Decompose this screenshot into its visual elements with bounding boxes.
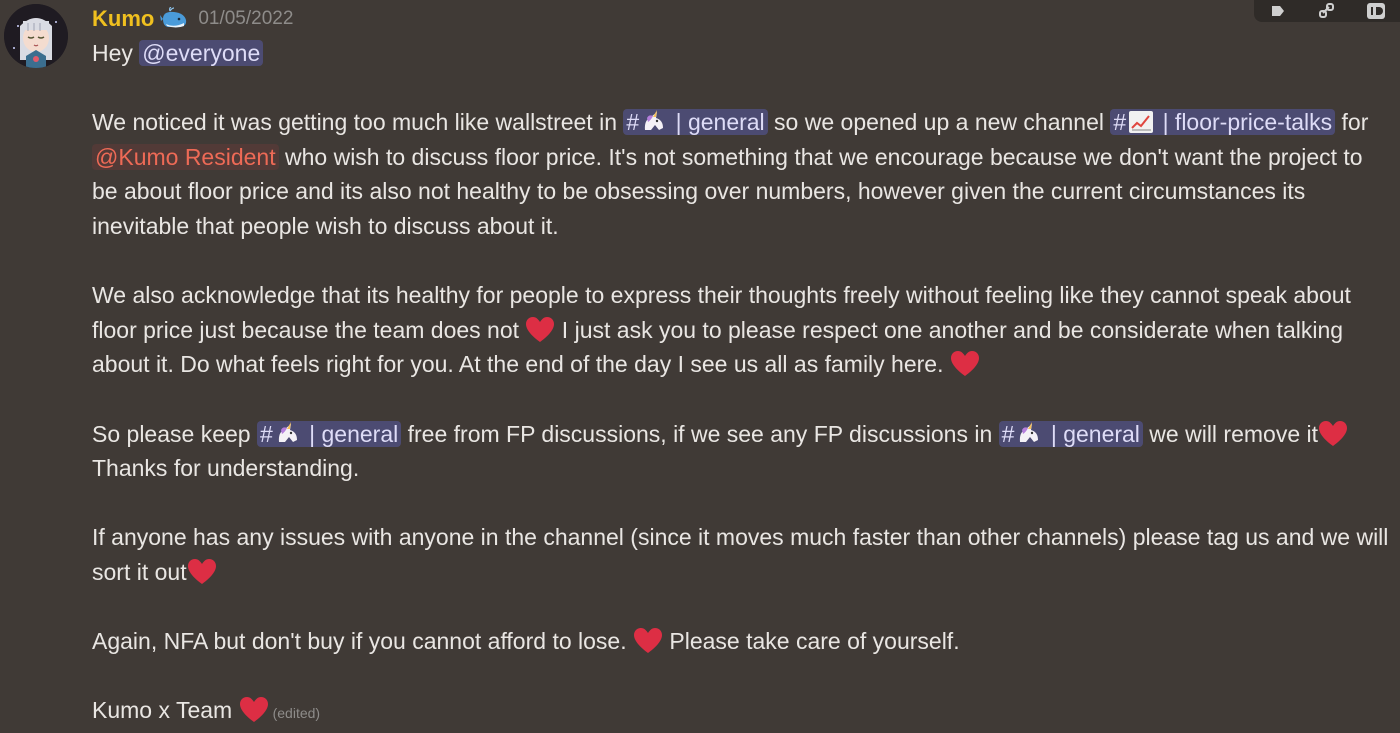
body-text: so we opened up a new channel — [767, 109, 1111, 136]
hash-icon: # — [1113, 109, 1127, 136]
body-text: Please take care of yourself. — [662, 628, 960, 655]
body-text: So please keep — [92, 420, 257, 447]
body-text: we will remove it — [1142, 420, 1319, 447]
body-text: for — [1335, 109, 1369, 136]
heart-icon — [950, 351, 979, 377]
everyone-mention[interactable]: @everyone — [139, 40, 264, 66]
body-text: Kumo x Team — [92, 697, 239, 724]
heart-icon — [187, 558, 216, 584]
reaction-icon[interactable] — [1267, 2, 1289, 20]
unicorn-icon — [278, 421, 297, 442]
link-icon[interactable] — [1316, 2, 1338, 20]
role-mention-kumo-resident[interactable]: @Kumo Resident — [92, 143, 279, 170]
message-actions-toolbar — [1254, 0, 1400, 22]
channel-name: | general — [675, 109, 765, 136]
channel-mention-general[interactable]: # | general — [623, 109, 768, 136]
author-name[interactable]: Kumo — [92, 6, 154, 32]
hash-icon: # — [1001, 420, 1015, 447]
signature-paragraph: Kumo x Team (edited) — [92, 693, 1392, 731]
channel-name: | general — [309, 420, 399, 447]
body-text: We noticed it was getting too much like … — [92, 109, 624, 136]
whale-icon — [160, 6, 190, 31]
greeting-paragraph: Hey @everyone — [92, 36, 1392, 71]
body-text: who wish to discuss floor price. It's no… — [92, 143, 1363, 239]
channel-mention-general[interactable]: # | general — [256, 420, 402, 447]
nfa-paragraph: Again, NFA but don't buy if you cannot a… — [92, 624, 1392, 659]
body-text: If anyone has any issues with anyone in … — [92, 524, 1389, 585]
channel-name: | floor-price-talks — [1162, 109, 1333, 136]
channel-mention-floor-price-talks[interactable]: # | floor-price-talks — [1110, 109, 1336, 136]
heart-icon — [633, 628, 662, 654]
edited-label: (edited) — [272, 705, 321, 722]
channel-mention-general[interactable]: # | general — [998, 420, 1143, 447]
unicorn-icon — [1020, 421, 1039, 442]
id-icon[interactable] — [1365, 2, 1387, 20]
hash-icon: # — [259, 420, 273, 447]
heart-icon — [1319, 420, 1348, 446]
channel-paragraph: We noticed it was getting too much like … — [92, 105, 1392, 243]
issues-paragraph: If anyone has any issues with anyone in … — [92, 520, 1392, 589]
message-content: Hey @everyone We noticed it was getting … — [92, 36, 1392, 731]
heart-icon — [526, 316, 555, 342]
body-text: Thanks for understanding. — [92, 455, 360, 482]
avatar[interactable] — [4, 4, 68, 68]
keep-general-paragraph: So please keep # | general free from FP … — [92, 417, 1392, 486]
heart-icon — [239, 697, 268, 723]
channel-name: | general — [1050, 420, 1140, 447]
body-text: free from FP discussions, if we see any … — [401, 420, 999, 447]
chart-increasing-icon — [1129, 111, 1154, 134]
body-text: Again, NFA but don't buy if you cannot a… — [92, 628, 633, 655]
unicorn-icon — [645, 110, 664, 131]
acknowledge-paragraph: We also acknowledge that its healthy for… — [92, 278, 1392, 382]
message-timestamp: 01/05/2022 — [198, 8, 294, 29]
message-header: Kumo 01/05/2022 — [92, 4, 293, 34]
hash-icon: # — [626, 109, 640, 136]
greeting-text: Hey — [92, 40, 140, 66]
